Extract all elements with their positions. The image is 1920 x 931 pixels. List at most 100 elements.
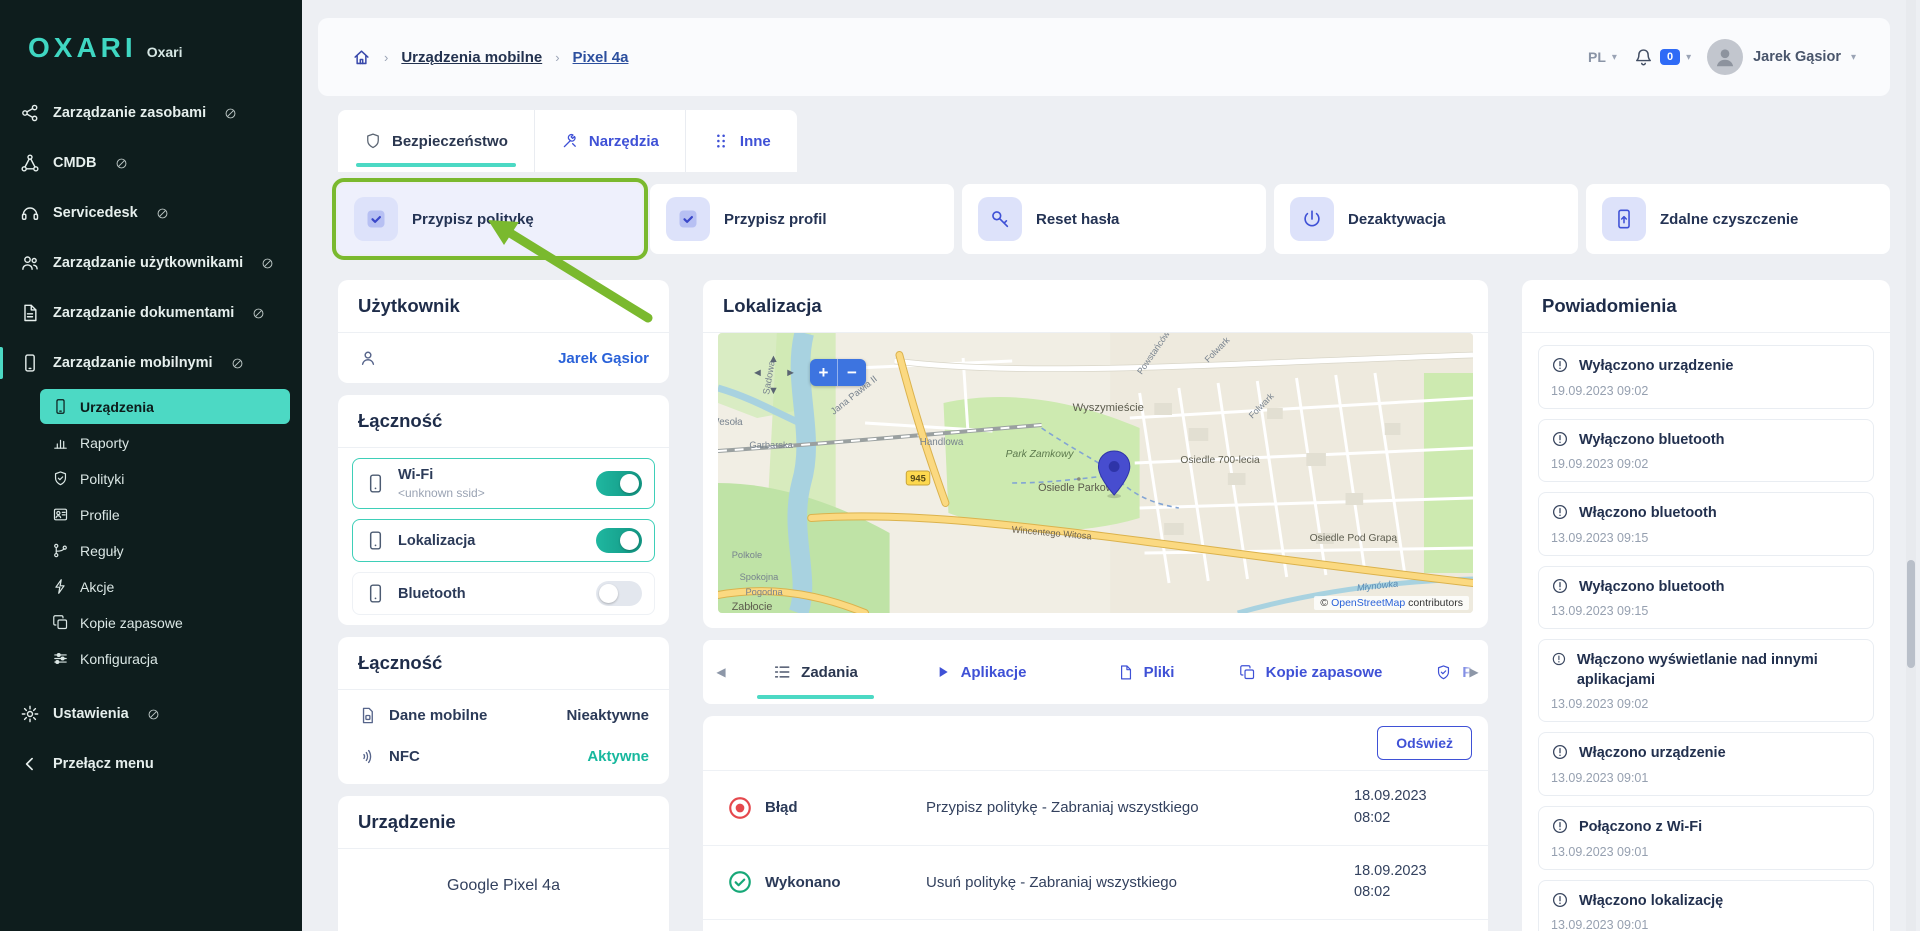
notification-item[interactable]: Włączono bluetooth 13.09.2023 09:15 (1538, 492, 1874, 556)
task-status: Błąd (727, 795, 912, 821)
assign-policy-button[interactable]: Przypisz politykę (332, 178, 653, 323)
notification-item[interactable]: Wyłączono bluetooth 19.09.2023 09:02 (1538, 418, 1874, 483)
task-description: Przypisz politykę - Zabraniaj wszystkieg… (926, 799, 1199, 817)
attr-sign: © (1320, 597, 1329, 609)
sidebar-item-raporty[interactable]: Raporty (40, 425, 290, 460)
tab-bezpieczenstwo[interactable]: Bezpieczeństwo (338, 110, 535, 172)
sidebar-item-label: Zarządzanie dokumentami (53, 305, 235, 321)
left-column: Użytkownik Jarek Gąsior Łączność Wi-Fi <… (338, 280, 669, 931)
reset-password-button[interactable]: Reset hasła (962, 184, 1266, 254)
notification-item[interactable]: Włączono wyświetlanie nad innymi aplikac… (1538, 639, 1874, 723)
policies-shield-icon (1435, 664, 1452, 681)
tab-kopie-zapasowe[interactable]: Kopie zapasowe (1228, 640, 1393, 704)
sidebar-item-kopie-zapasowe[interactable]: Kopie zapasowe (40, 605, 290, 640)
location-toggle[interactable] (596, 528, 642, 553)
sidebar-item-reguly[interactable]: Reguły (40, 533, 290, 568)
tab-pliki[interactable]: Pliki (1063, 640, 1228, 704)
page-scrollbar[interactable] (1906, 0, 1916, 931)
tab-inne[interactable]: Inne (685, 110, 797, 172)
pan-left-icon[interactable]: ◄ (752, 367, 763, 379)
sidebar-item-cmdb[interactable]: CMDB (0, 138, 302, 188)
bluetooth-row: Bluetooth (352, 572, 655, 615)
connectivity-card-header: Łączność (338, 395, 669, 448)
task-description: Usuń politykę - Zabraniaj wszystkiego (926, 873, 1177, 891)
zoom-out-button[interactable]: − (838, 359, 866, 386)
breadcrumb-separator-icon: › (384, 49, 389, 65)
sidebar-item-zarzadzanie-dokumentami[interactable]: Zarządzanie dokumentami (0, 288, 302, 338)
logo-text: OXARI (28, 32, 137, 63)
tab-aplikacje[interactable]: Aplikacje (898, 640, 1063, 704)
success-icon (727, 869, 753, 895)
pan-down-icon[interactable]: ▼ (768, 385, 779, 397)
assign-policy-chip (354, 197, 398, 241)
zoom-in-button[interactable]: + (810, 359, 838, 386)
bluetooth-toggle[interactable] (596, 581, 642, 606)
notification-alert-icon (1551, 430, 1569, 448)
map-label: Pogodna (745, 586, 783, 597)
pan-up-icon[interactable]: ▲ (768, 353, 779, 365)
notification-item[interactable]: Połączono z Wi-Fi 13.09.2023 09:01 (1538, 805, 1874, 870)
notification-item[interactable]: Wyłączono urządzenie 19.09.2023 09:02 (1538, 345, 1874, 409)
sidebar-item-akcje[interactable]: Akcje (40, 569, 290, 604)
sidebar-item-urzadzenia[interactable]: Urządzenia (40, 389, 290, 424)
osm-link[interactable]: OpenStreetMap (1331, 597, 1405, 609)
sidebar-item-polityki[interactable]: Polityki (40, 461, 290, 496)
sidebar-toggle-menu[interactable]: Przełącz menu (0, 739, 302, 789)
wifi-toggle[interactable] (596, 471, 642, 496)
tabs-scroll-right-icon[interactable]: ▶ (1460, 640, 1488, 704)
task-time: 08:02 (1354, 884, 1391, 901)
tab-narzedzia[interactable]: Narzędzia (534, 110, 686, 172)
app-logo[interactable]: OXARI Oxari (0, 24, 302, 88)
check-square-icon (364, 207, 388, 231)
sidebar-item-konfiguracja[interactable]: Konfiguracja (40, 641, 290, 676)
notifications-bell[interactable]: 0 ▾ (1633, 47, 1691, 68)
task-row[interactable]: Wykonano Przypisz politykę - Zabraniaj w… (703, 919, 1488, 931)
deactivate-button[interactable]: Dezaktywacja (1274, 184, 1578, 254)
breadcrumb-link-device[interactable]: Pixel 4a (573, 49, 629, 66)
map-route-badge: 945 (910, 472, 926, 483)
map[interactable]: 945 Wyszymieście Park Zamkowy Osiedle Pa… (718, 333, 1473, 613)
device-card: Urządzenie Google Pixel 4a (338, 796, 669, 931)
tabs-scroll-left-icon[interactable]: ◀ (709, 665, 733, 679)
notification-alert-icon (1551, 743, 1569, 761)
wifi-label: Wi-Fi (398, 467, 434, 483)
chevron-down-icon: ▾ (1850, 51, 1856, 63)
task-row[interactable]: Błąd Przypisz politykę - Zabraniaj wszys… (703, 770, 1488, 845)
sidebar-item-servicedesk[interactable]: Servicedesk (0, 188, 302, 238)
notification-text: Włączono wyświetlanie nad innymi aplikac… (1576, 652, 1818, 688)
notification-item[interactable]: Wyłączono bluetooth 13.09.2023 09:15 (1538, 565, 1874, 630)
pan-right-icon[interactable]: ► (785, 367, 796, 379)
module-badge-icon (231, 357, 244, 370)
avatar (1707, 39, 1744, 75)
files-icon (1117, 664, 1134, 681)
sidebar-item-zarzadzanie-mobilnymi[interactable]: Zarządzanie mobilnymi (0, 338, 302, 388)
task-row[interactable]: Wykonano Usuń politykę - Zabraniaj wszys… (703, 844, 1488, 920)
sidebar-item-ustawienia[interactable]: Ustawienia (0, 689, 302, 739)
sidebar-item-zarzadzanie-zasobami[interactable]: Zarządzanie zasobami (0, 88, 302, 138)
home-icon[interactable] (352, 48, 371, 67)
map-zoom-control: + − (810, 359, 866, 386)
action-label: Reset hasła (1036, 210, 1120, 228)
scrollbar-thumb[interactable] (1907, 560, 1915, 668)
remote-wipe-button[interactable]: Zdalne czyszczenie (1586, 184, 1890, 254)
notification-item[interactable]: Włączono lokalizację 13.09.2023 09:01 (1538, 879, 1874, 931)
sidebar-item-profile[interactable]: Profile (40, 497, 290, 532)
user-link[interactable]: Jarek Gąsior (558, 350, 649, 367)
user-menu[interactable]: Jarek Gąsior ▾ (1707, 39, 1856, 75)
phone-upload-icon (1613, 208, 1635, 230)
assign-profile-button[interactable]: Przypisz profil (650, 184, 954, 254)
refresh-button[interactable]: Odśwież (1377, 726, 1472, 760)
wifi-labels: Wi-Fi <unknown ssid> (398, 467, 584, 500)
sidebar-item-label: Zarządzanie mobilnymi (53, 355, 213, 371)
language-selector[interactable]: PL ▾ (1588, 49, 1617, 65)
sidebar-item-zarzadzanie-uzytkownikami[interactable]: Zarządzanie użytkownikami (0, 238, 302, 288)
detail-tabs: ◀ Zadania Aplikacje Pliki Kopie zapasowe… (703, 640, 1488, 704)
notification-item[interactable]: Włączono urządzenie 13.09.2023 09:01 (1538, 732, 1874, 796)
breadcrumb-link-devices[interactable]: Urządzenia mobilne (401, 49, 542, 66)
nfc-row: NFC Aktywne (338, 736, 669, 784)
rules-icon (52, 542, 69, 559)
map-pan-control: ▲ ◄ ► ▼ (752, 353, 796, 397)
notification-time: 19.09.2023 09:02 (1551, 383, 1649, 398)
tab-zadania[interactable]: Zadania (733, 640, 898, 704)
sidebar: OXARI Oxari Zarządzanie zasobami CMDB Se… (0, 0, 302, 931)
